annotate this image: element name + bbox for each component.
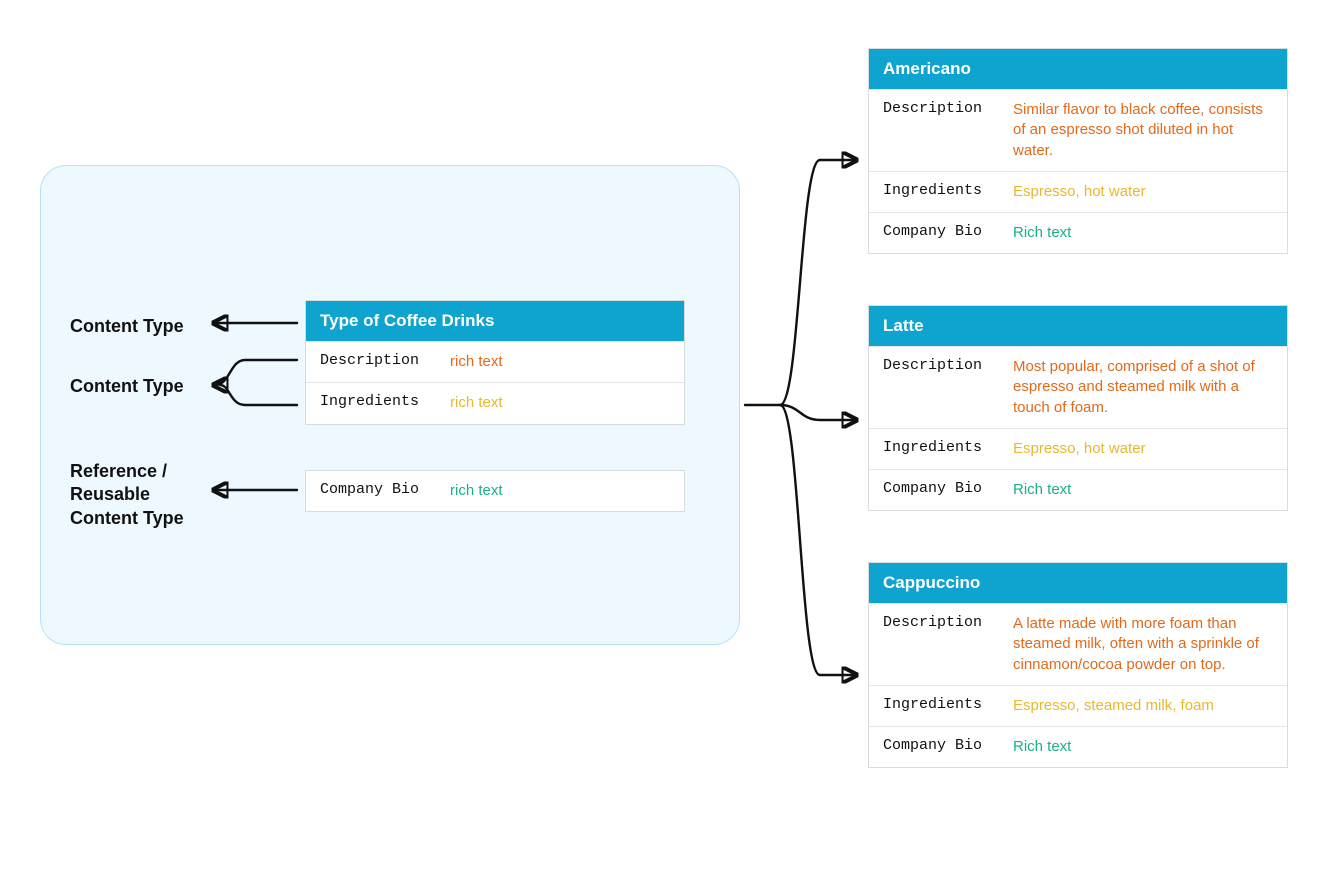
field-key: Company Bio [869,727,1009,767]
field-row: Company Bio Rich text [869,212,1287,253]
field-value: A latte made with more foam than steamed… [1009,604,1287,685]
field-value: Rich text [1009,470,1287,510]
field-key: Description [869,604,1009,685]
field-row: Company Bio Rich text [869,469,1287,510]
field-key: Company Bio [869,470,1009,510]
field-value: Similar flavor to black coffee, consists… [1009,90,1287,171]
field-type: rich text [446,383,684,423]
field-value: Rich text [1009,213,1287,253]
field-row: Description A latte made with more foam … [869,603,1287,685]
instance-card-cappuccino: Cappuccino Description A latte made with… [868,562,1288,768]
field-value: Espresso, steamed milk, foam [1009,686,1287,726]
field-key: Ingredients [306,383,446,423]
field-value: Most popular, comprised of a shot of esp… [1009,347,1287,428]
field-key: Ingredients [869,172,1009,212]
field-value: Rich text [1009,727,1287,767]
field-row-description: Description rich text [306,341,684,382]
field-row: Description Similar flavor to black coff… [869,89,1287,171]
instance-card-title: Cappuccino [869,563,1287,603]
field-key: Company Bio [306,471,446,511]
field-row: Description Most popular, comprised of a… [869,346,1287,428]
field-row: Ingredients Espresso, steamed milk, foam [869,685,1287,726]
diagram-stage: Content Type Content Type Reference / Re… [30,40,1301,830]
field-value: Espresso, hot water [1009,429,1287,469]
field-type: rich text [446,471,684,511]
instance-card-americano: Americano Description Similar flavor to … [868,48,1288,254]
field-key: Description [869,90,1009,171]
field-key: Description [869,347,1009,428]
content-type-card-title: Type of Coffee Drinks [306,301,684,341]
field-key: Ingredients [869,429,1009,469]
instance-card-title: Americano [869,49,1287,89]
field-row-ingredients: Ingredients rich text [306,382,684,423]
instance-card-title: Latte [869,306,1287,346]
instance-card-latte: Latte Description Most popular, comprise… [868,305,1288,511]
field-value: Espresso, hot water [1009,172,1287,212]
field-key: Company Bio [869,213,1009,253]
field-row-company-bio: Company Bio rich text [306,471,684,511]
field-row: Company Bio Rich text [869,726,1287,767]
field-key: Ingredients [869,686,1009,726]
label-content-type-2: Content Type [70,375,184,398]
field-row: Ingredients Espresso, hot water [869,171,1287,212]
content-type-card: Type of Coffee Drinks Description rich t… [305,300,685,425]
field-key: Description [306,342,446,382]
field-row: Ingredients Espresso, hot water [869,428,1287,469]
field-type: rich text [446,342,684,382]
label-reference-content-type: Reference / Reusable Content Type [70,460,200,530]
label-content-type-1: Content Type [70,315,184,338]
reference-content-type-card: Company Bio rich text [305,470,685,512]
